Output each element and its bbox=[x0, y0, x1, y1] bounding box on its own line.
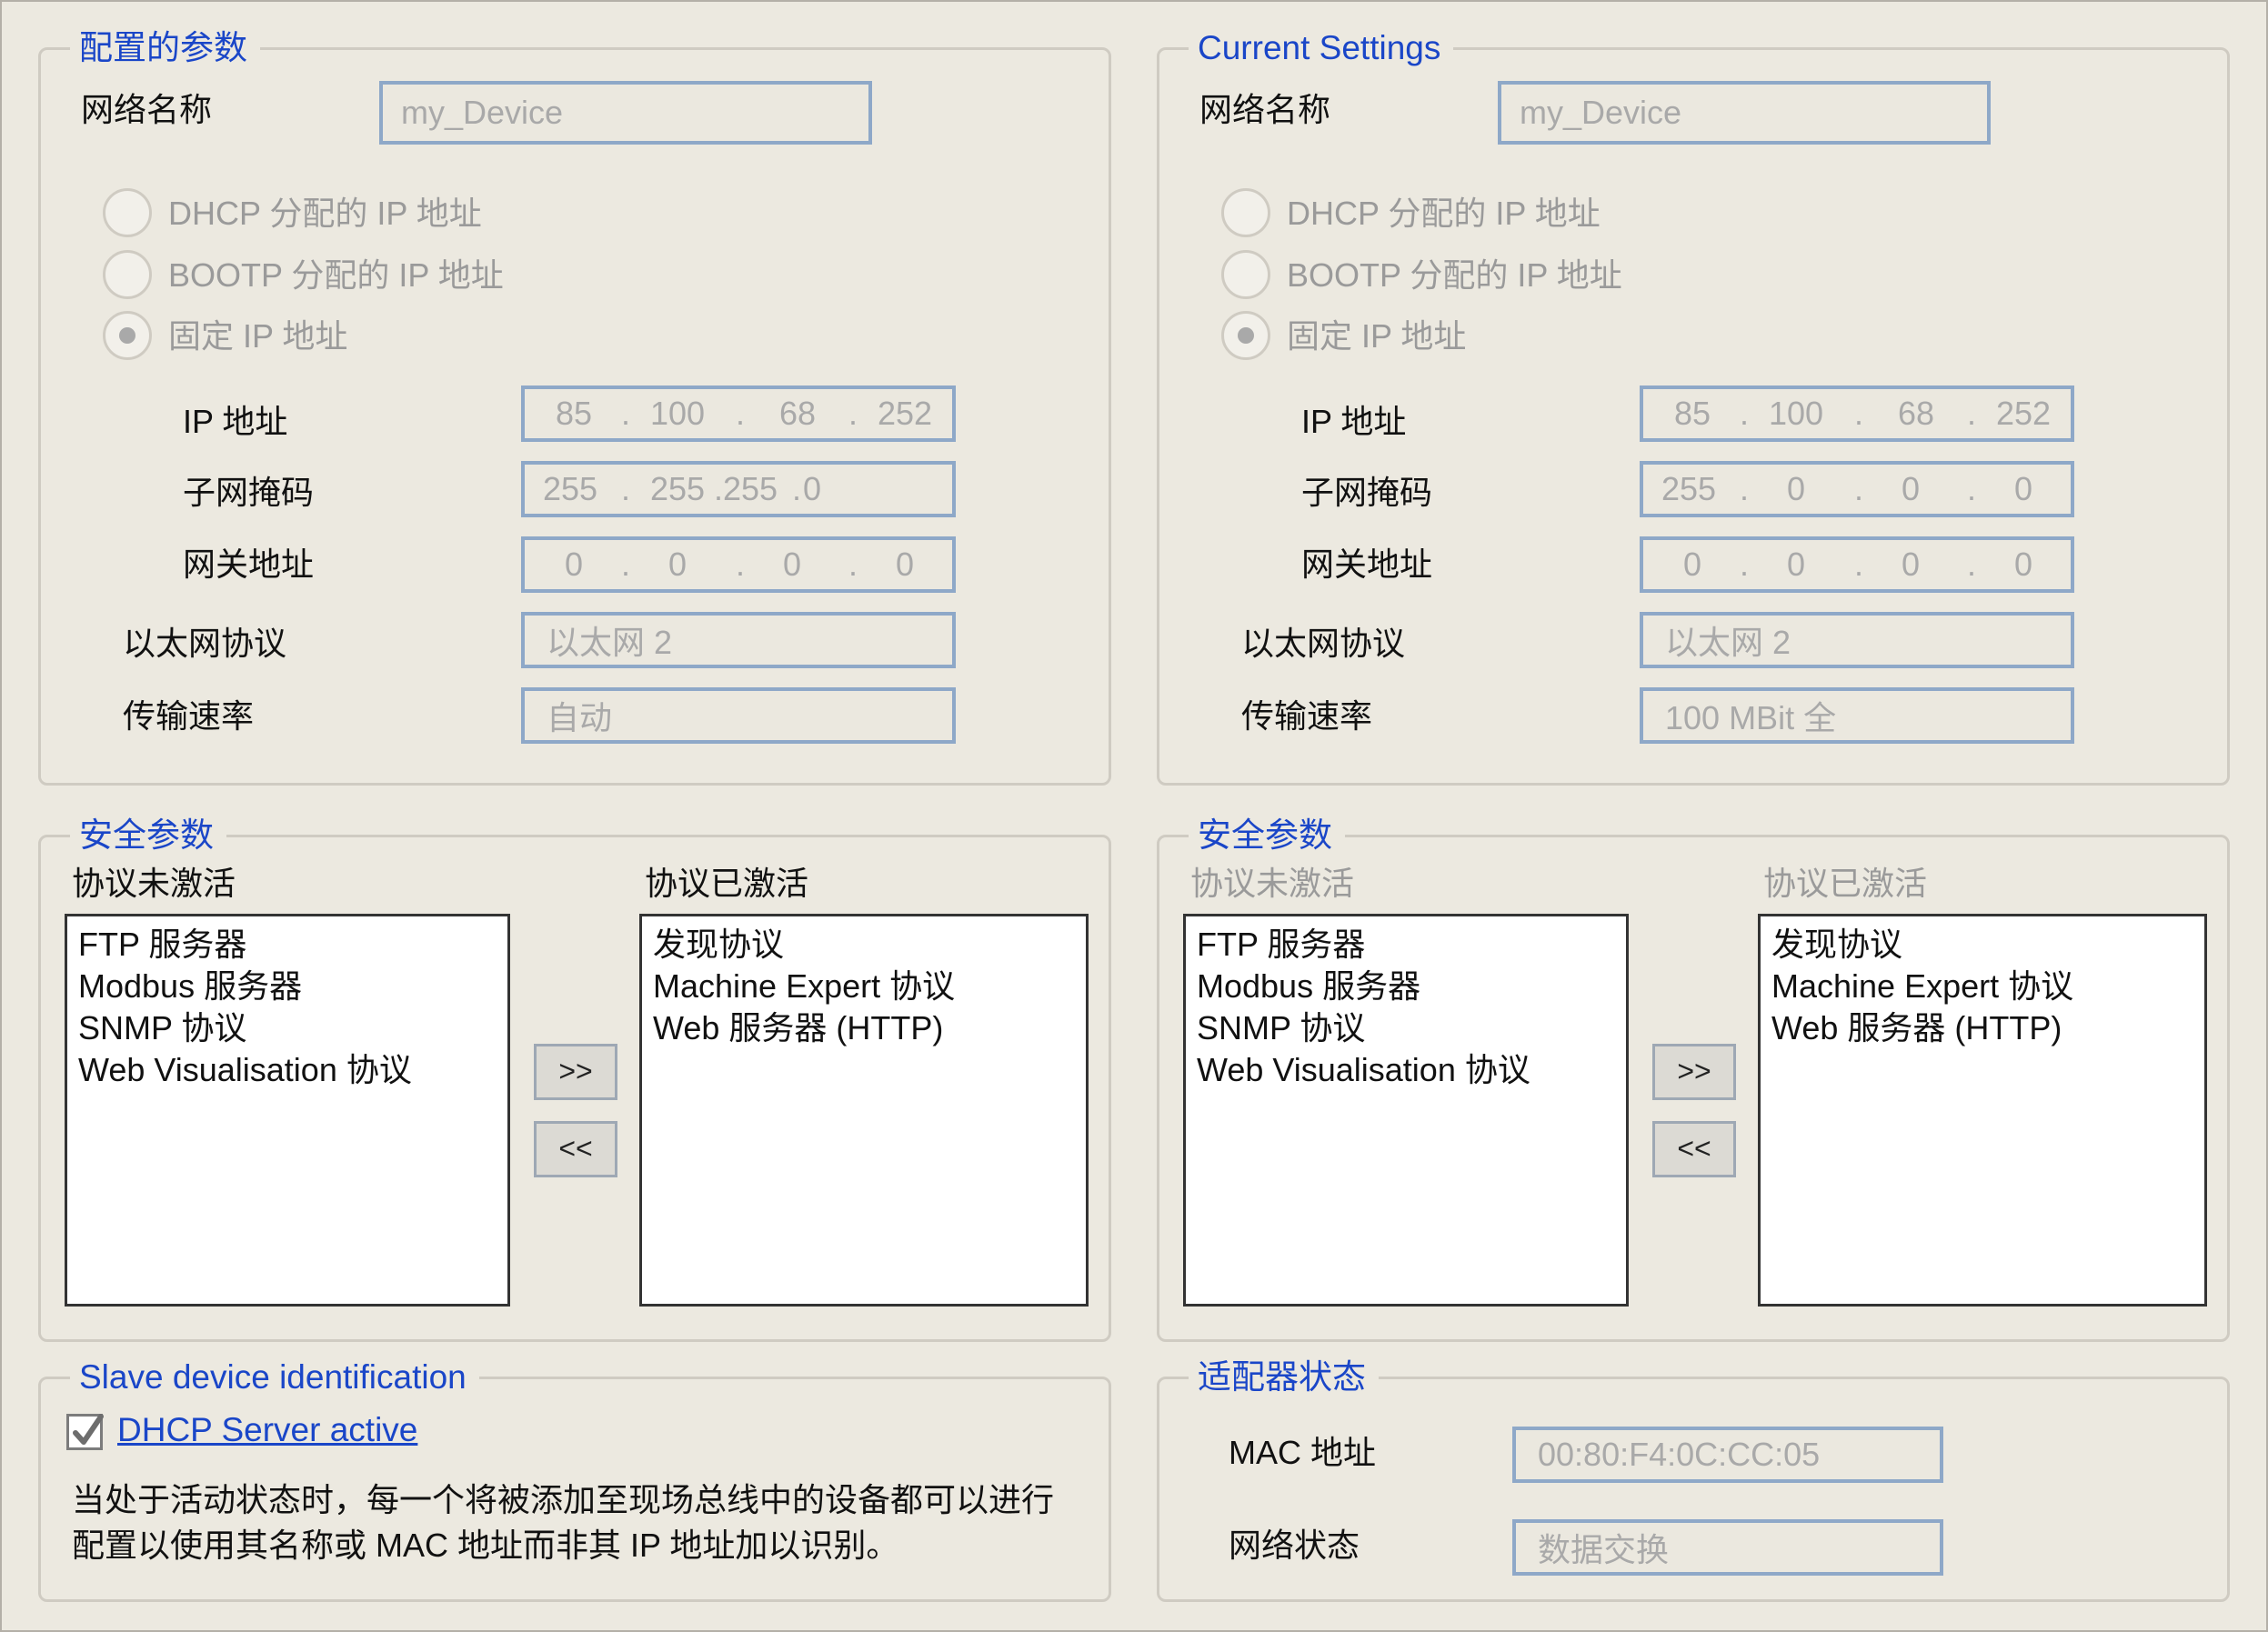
active-protocols-label: 协议已激活 bbox=[1763, 865, 1928, 902]
inactive-protocols-list[interactable]: FTP 服务器 Modbus 服务器 SNMP 协议 Web Visualisatio… bbox=[1183, 914, 1629, 1307]
mac-address-field[interactable]: 00:80:F4:0C:CC:05 bbox=[1512, 1427, 1943, 1483]
add-protocol-button[interactable]: >> bbox=[1652, 1044, 1736, 1100]
list-item[interactable]: SNMP 协议 bbox=[78, 1007, 497, 1049]
bootp-radio-label: BOOTP 分配的 IP 地址 bbox=[1287, 256, 1622, 294]
mac-address-label: MAC 地址 bbox=[1229, 1434, 1377, 1471]
radio-selected-dot bbox=[1238, 327, 1254, 344]
ip-address-field[interactable]: 85 . 100 . 68 . 252 bbox=[1640, 385, 2074, 442]
slave-device-identification-legend: Slave device identification bbox=[70, 1357, 479, 1397]
checkmark-icon bbox=[73, 1414, 104, 1445]
ip-address-label: IP 地址 bbox=[183, 403, 288, 440]
subnet-mask-label: 子网掩码 bbox=[1301, 474, 1433, 511]
list-item[interactable]: Modbus 服务器 bbox=[1197, 966, 1615, 1007]
network-name-label: 网络名称 bbox=[1199, 91, 1331, 128]
configured-parameters-legend: 配置的参数 bbox=[70, 28, 260, 68]
gateway-label: 网关地址 bbox=[1301, 546, 1433, 583]
network-name-field[interactable]: my_Device bbox=[1498, 81, 1991, 145]
subnet-mask-field[interactable]: 255 . 0 . 0 . 0 bbox=[1640, 461, 2074, 517]
adapter-status-legend: 适配器状态 bbox=[1189, 1357, 1379, 1397]
security-parameters-group: 安全参数 协议未激活 协议已激活 FTP 服务器 Modbus 服务器 SNMP 协… bbox=[38, 816, 1111, 1342]
list-item[interactable]: Web Visualisation 协议 bbox=[78, 1049, 497, 1091]
security-parameters-group: 安全参数 协议未激活 协议已激活 FTP 服务器 Modbus 服务器 SNMP 协… bbox=[1157, 816, 2230, 1342]
dhcp-server-active-link[interactable]: DHCP Server active bbox=[117, 1410, 417, 1450]
network-name-label: 网络名称 bbox=[81, 91, 213, 128]
network-name-field[interactable]: my_Device bbox=[379, 81, 872, 145]
remove-protocol-button[interactable]: << bbox=[1652, 1121, 1736, 1177]
adapter-status-group: 适配器状态 MAC 地址 00:80:F4:0C:CC:05 网络状态 数据交换 bbox=[1157, 1357, 2230, 1602]
inactive-protocols-label: 协议未激活 bbox=[1190, 865, 1355, 902]
list-item[interactable]: Machine Expert 协议 bbox=[653, 966, 1075, 1007]
subnet-mask-field[interactable]: 255 . 255 . 255 . 0 bbox=[521, 461, 956, 517]
security-parameters-legend: 安全参数 bbox=[1189, 816, 1345, 856]
list-item[interactable]: Web Visualisation 协议 bbox=[1197, 1049, 1615, 1091]
radio-selected-dot bbox=[119, 327, 135, 344]
ethernet-protocol-label: 以太网协议 bbox=[1241, 625, 1406, 662]
description-line-2: 配置以使用其名称或 MAC 地址而非其 IP 地址加以识别。 bbox=[72, 1527, 899, 1564]
list-item[interactable]: Machine Expert 协议 bbox=[1771, 966, 2193, 1007]
current-settings-legend: Current Settings bbox=[1189, 28, 1454, 68]
fixed-ip-radio[interactable] bbox=[1221, 311, 1270, 360]
list-item[interactable]: Web 服务器 (HTTP) bbox=[653, 1007, 1075, 1049]
list-item[interactable]: Modbus 服务器 bbox=[78, 966, 497, 1007]
slave-device-identification-group: Slave device identification DHCP Server … bbox=[38, 1357, 1111, 1602]
dhcp-radio-label: DHCP 分配的 IP 地址 bbox=[1287, 195, 1601, 232]
fixed-ip-radio-label: 固定 IP 地址 bbox=[1287, 317, 1467, 355]
network-status-field[interactable]: 数据交换 bbox=[1512, 1519, 1943, 1576]
dhcp-server-active-checkbox[interactable] bbox=[66, 1414, 104, 1450]
bootp-radio[interactable] bbox=[103, 250, 152, 299]
add-protocol-button[interactable]: >> bbox=[534, 1044, 617, 1100]
ip-address-label: IP 地址 bbox=[1301, 403, 1407, 440]
network-status-label: 网络状态 bbox=[1229, 1527, 1360, 1564]
transfer-rate-field[interactable]: 自动 bbox=[521, 687, 956, 744]
ethernet-protocol-field[interactable]: 以太网 2 bbox=[521, 612, 956, 668]
list-item[interactable]: 发现协议 bbox=[653, 924, 1075, 966]
active-protocols-label: 协议已激活 bbox=[645, 865, 809, 902]
transfer-rate-label: 传输速率 bbox=[1241, 697, 1373, 735]
current-settings-group: Current Settings 网络名称 my_Device DHCP 分配的… bbox=[1157, 28, 2230, 786]
transfer-rate-label: 传输速率 bbox=[123, 697, 255, 735]
description-line-1: 当处于活动状态时，每一个将被添加至现场总线中的设备都可以进行 bbox=[72, 1481, 1055, 1518]
transfer-rate-field[interactable]: 100 MBit 全 bbox=[1640, 687, 2074, 744]
remove-protocol-button[interactable]: << bbox=[534, 1121, 617, 1177]
bootp-radio[interactable] bbox=[1221, 250, 1270, 299]
gateway-field[interactable]: 0 . 0 . 0 . 0 bbox=[1640, 536, 2074, 593]
active-protocols-list[interactable]: 发现协议 Machine Expert 协议 Web 服务器 (HTTP) bbox=[1758, 914, 2207, 1307]
ethernet-protocol-label: 以太网协议 bbox=[123, 625, 287, 662]
fixed-ip-radio[interactable] bbox=[103, 311, 152, 360]
dhcp-radio[interactable] bbox=[1221, 188, 1270, 237]
security-parameters-legend: 安全参数 bbox=[70, 816, 226, 856]
subnet-mask-label: 子网掩码 bbox=[183, 474, 315, 511]
active-protocols-list[interactable]: 发现协议 Machine Expert 协议 Web 服务器 (HTTP) bbox=[639, 914, 1089, 1307]
dhcp-radio-label: DHCP 分配的 IP 地址 bbox=[168, 195, 482, 232]
inactive-protocols-list[interactable]: FTP 服务器 Modbus 服务器 SNMP 协议 Web Visualisatio… bbox=[65, 914, 510, 1307]
ip-address-field[interactable]: 85 . 100 . 68 . 252 bbox=[521, 385, 956, 442]
configured-parameters-group: 配置的参数 网络名称 my_Device DHCP 分配的 IP 地址 BOOT… bbox=[38, 28, 1111, 786]
ethernet-protocol-field[interactable]: 以太网 2 bbox=[1640, 612, 2074, 668]
list-item[interactable]: Web 服务器 (HTTP) bbox=[1771, 1007, 2193, 1049]
gateway-field[interactable]: 0 . 0 . 0 . 0 bbox=[521, 536, 956, 593]
bootp-radio-label: BOOTP 分配的 IP 地址 bbox=[168, 256, 504, 294]
gateway-label: 网关地址 bbox=[183, 546, 315, 583]
dhcp-server-description: 当处于活动状态时，每一个将被添加至现场总线中的设备都可以进行 配置以使用其名称或… bbox=[72, 1477, 1127, 1568]
inactive-protocols-label: 协议未激活 bbox=[72, 865, 236, 902]
list-item[interactable]: SNMP 协议 bbox=[1197, 1007, 1615, 1049]
list-item[interactable]: 发现协议 bbox=[1771, 924, 2193, 966]
dhcp-radio[interactable] bbox=[103, 188, 152, 237]
list-item[interactable]: FTP 服务器 bbox=[1197, 924, 1615, 966]
list-item[interactable]: FTP 服务器 bbox=[78, 924, 497, 966]
fixed-ip-radio-label: 固定 IP 地址 bbox=[168, 317, 348, 355]
